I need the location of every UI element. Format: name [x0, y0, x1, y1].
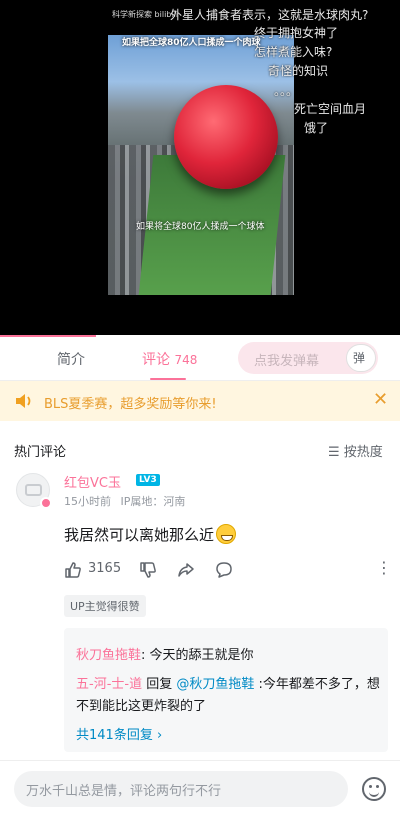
comment-content: 我居然可以离她那么近 — [64, 524, 237, 545]
reply-mention[interactable]: @秋刀鱼拖鞋 — [176, 677, 254, 692]
level-badge: LV3 — [136, 474, 160, 486]
comment-input-bar: 万水千山总是情，评论两句行不行 — [0, 760, 400, 825]
comment-input[interactable]: 万水千山总是情，评论两句行不行 — [14, 771, 348, 807]
speaker-icon — [16, 394, 31, 408]
reply-icon[interactable] — [215, 561, 233, 579]
reply-text: : 今天的舔王就是你 — [141, 648, 254, 663]
video-watermark: 科学新探索 bilibili — [112, 10, 179, 19]
avatar[interactable] — [16, 473, 52, 509]
video-progress-bar[interactable] — [0, 335, 96, 337]
share-icon[interactable] — [177, 561, 195, 579]
meatball-image — [174, 85, 278, 189]
comment-location: IP属地：河南 — [120, 495, 186, 508]
comment-input-placeholder: 万水千山总是情，评论两句行不行 — [26, 784, 222, 799]
comment-username[interactable]: 红包VC玉 — [64, 472, 121, 491]
tab-comments[interactable]: 评论 748 — [142, 349, 197, 369]
comment-meta: 15小时前 IP属地：河南 — [64, 493, 185, 509]
video-player[interactable]: 科学新探索 bilibili 如果把全球80亿人口揉成一个肉球 如果将全球80亿… — [0, 0, 400, 335]
danmaku-item: 怎样煮能入味? — [254, 45, 333, 59]
up-liked-tag: UP主觉得很赞 — [64, 595, 146, 617]
close-icon[interactable]: ✕ — [373, 389, 388, 410]
danmaku-item: 外星人捕食者表示，这就是水球肉丸? — [170, 8, 369, 22]
hot-comments-title: 热门评论 — [14, 445, 67, 460]
danmaku-toggle-button[interactable]: 弹 — [346, 344, 376, 372]
danmaku-item: 死亡空间血月 — [294, 102, 367, 116]
reply-username[interactable]: 秋刀鱼拖鞋 — [76, 648, 141, 663]
active-tab-indicator — [150, 378, 186, 380]
reply-connector: 回复 — [142, 677, 177, 692]
event-banner[interactable]: BLS夏季赛，超多奖励等你来! ✕ — [0, 381, 400, 421]
danmaku-item: 终于拥抱女神了 — [254, 26, 339, 40]
like-count: 3165 — [88, 561, 122, 576]
danmaku-item: 饿了 — [304, 121, 329, 135]
reply-item[interactable]: 五-河-士-道 回复 @秋刀鱼拖鞋 :今年都差不多了，想不到能比这更炸裂的了 — [76, 674, 380, 718]
tab-comments-count: 748 — [174, 353, 198, 367]
tab-intro[interactable]: 简介 — [57, 349, 85, 369]
more-options-icon[interactable]: ⋮ — [376, 558, 392, 577]
video-caption-mid: 如果将全球80亿人揉成一个球体 — [136, 222, 265, 232]
tv-icon — [25, 484, 42, 496]
danmaku-item: 奇怪的知识 — [268, 64, 329, 78]
view-all-replies-link[interactable]: 共141条回复 › — [76, 724, 162, 743]
danmaku-item: 。。。 — [274, 84, 299, 98]
reply-item[interactable]: 秋刀鱼拖鞋: 今天的舔王就是你 — [76, 644, 254, 663]
danmaku-placeholder: 点我发弹幕 — [254, 354, 320, 369]
video-caption-top: 如果把全球80亿人口揉成一个肉球 — [122, 38, 261, 48]
video-frame: 如果把全球80亿人口揉成一个肉球 如果将全球80亿人揉成一个球体 — [108, 35, 294, 295]
tab-comments-label: 评论 — [142, 352, 170, 368]
banner-text: BLS夏季赛，超多奖励等你来! — [44, 397, 217, 412]
thumbs-up-icon[interactable] — [64, 561, 82, 579]
emoji-icon[interactable] — [362, 777, 386, 801]
avatar-badge — [40, 497, 52, 509]
reply-preview[interactable]: 秋刀鱼拖鞋: 今天的舔王就是你 五-河-士-道 回复 @秋刀鱼拖鞋 :今年都差不… — [64, 628, 388, 752]
comment-text: 我居然可以离她那么近 — [64, 526, 215, 544]
reply-username[interactable]: 五-河-士-道 — [76, 677, 142, 692]
comment-time: 15小时前 — [64, 495, 111, 508]
sort-button[interactable]: ☰ 按热度 — [328, 441, 383, 460]
grin-emoji-icon — [216, 524, 237, 544]
thumbs-down-icon[interactable] — [139, 561, 157, 579]
danmaku-icon: 弹 — [353, 351, 366, 365]
